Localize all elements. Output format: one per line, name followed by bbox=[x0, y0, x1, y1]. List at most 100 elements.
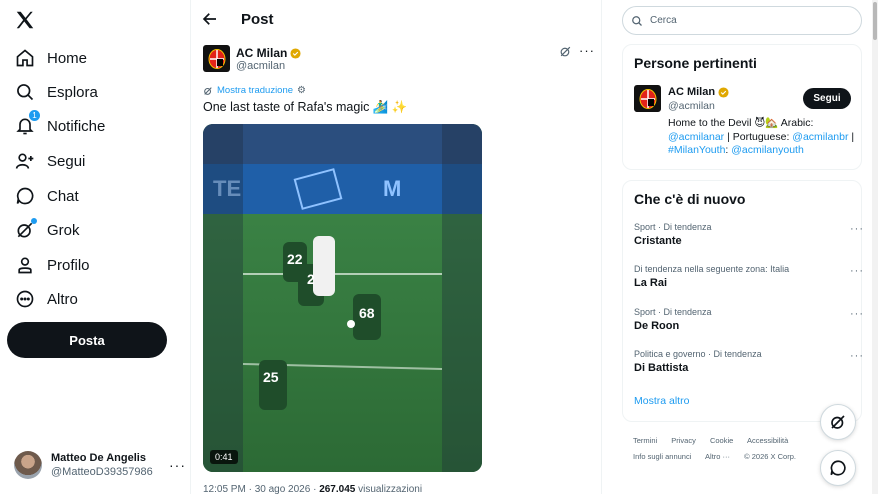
follow-icon bbox=[14, 150, 36, 172]
bio-link[interactable]: #MilanYouth bbox=[668, 144, 725, 156]
grok-icon bbox=[14, 218, 37, 241]
more-dots-icon[interactable]: ··· bbox=[850, 223, 864, 235]
tweet-meta: 12:05 PM · 30 ago 2026 · 267.045 visuali… bbox=[203, 484, 422, 494]
trend-context: Sport · Di tendenza bbox=[634, 222, 712, 232]
more-dots-icon[interactable]: ··· bbox=[579, 43, 595, 58]
more-dots-icon[interactable]: ··· bbox=[850, 308, 864, 320]
trend-context: Di tendenza nella seguente zona: Italia bbox=[634, 264, 790, 274]
scrollbar[interactable] bbox=[872, 0, 878, 494]
grok-icon[interactable] bbox=[559, 45, 573, 59]
nav-label: Altro bbox=[47, 290, 78, 308]
translate-label: Mostra traduzione bbox=[217, 85, 294, 96]
author-handle[interactable]: @acmilan bbox=[236, 60, 285, 72]
x-logo-icon[interactable] bbox=[14, 9, 38, 33]
search-icon bbox=[632, 15, 642, 26]
relevant-name-text: AC Milan bbox=[668, 86, 716, 98]
grok-dot bbox=[31, 218, 37, 224]
nav-item-notifiche[interactable]: 1 Notifiche bbox=[14, 110, 106, 141]
tweet-text: One last taste of Rafa's magic 🏄‍♂️ ✨ bbox=[203, 100, 408, 114]
footer-link[interactable]: Privacy bbox=[671, 436, 696, 445]
main-column: Post AC Milan @acmilan ··· Mostra traduz… bbox=[190, 0, 602, 494]
search-input[interactable]: Cerca bbox=[622, 6, 862, 35]
nav-item-home[interactable]: Home bbox=[14, 43, 87, 73]
footer-link[interactable]: Info sugli annunci bbox=[633, 452, 691, 461]
nav-label: Chat bbox=[47, 187, 79, 205]
chat-icon bbox=[14, 185, 36, 207]
more-circle-icon bbox=[14, 288, 36, 310]
gear-icon[interactable]: ⚙ bbox=[297, 85, 306, 96]
nav-label: Home bbox=[47, 49, 88, 67]
follow-button[interactable]: Segui bbox=[803, 88, 851, 109]
bio-link[interactable]: @acmilanar bbox=[668, 131, 724, 143]
left-navigation: Home Esplora 1 Notifiche Segui Chat Grok bbox=[0, 0, 190, 494]
more-dots-icon[interactable]: ··· bbox=[850, 265, 864, 277]
relevant-bio: Home to the Devil 😈🏡 Arabic: @acmilanar … bbox=[668, 117, 858, 158]
footer-link[interactable]: Altro ··· bbox=[705, 452, 730, 461]
nav-item-grok[interactable]: Grok bbox=[14, 215, 80, 245]
milan-avatar[interactable] bbox=[634, 85, 661, 112]
right-sidebar: Cerca Persone pertinenti AC Milan @acmil… bbox=[602, 0, 878, 494]
nav-label: Grok bbox=[47, 221, 80, 239]
trend-context: Politica e governo · Di tendenza bbox=[634, 349, 762, 359]
post-button[interactable]: Posta bbox=[7, 322, 167, 358]
chat-icon bbox=[830, 460, 846, 476]
trend-item[interactable]: Sport · Di tendenza De Roon ··· bbox=[634, 307, 863, 332]
trends-card: Che c'è di nuovo Sport · Di tendenza Cri… bbox=[622, 180, 863, 422]
trend-title: Di Battista bbox=[634, 362, 689, 374]
relevant-people-card: Persone pertinenti AC Milan @acmilan Seg… bbox=[622, 44, 862, 170]
copyright: © 2026 X Corp. bbox=[744, 452, 796, 461]
trend-item[interactable]: Di tendenza nella seguente zona: Italia … bbox=[634, 264, 863, 289]
scrollbar-thumb[interactable] bbox=[873, 2, 877, 40]
tweet-video[interactable]: TE M 22 2 68 25 0:41 bbox=[203, 124, 482, 472]
search-placeholder: Cerca bbox=[650, 15, 677, 26]
svg-text:M: M bbox=[383, 176, 401, 201]
home-icon bbox=[14, 47, 36, 69]
footer-link[interactable]: Accessibilità bbox=[747, 436, 788, 445]
trend-context: Sport · Di tendenza bbox=[634, 307, 712, 317]
nav-item-altro[interactable]: Altro bbox=[14, 284, 78, 314]
nav-label: Esplora bbox=[47, 83, 98, 101]
translate-link[interactable]: Mostra traduzione ⚙ bbox=[203, 85, 306, 96]
nav-item-profilo[interactable]: Profilo bbox=[14, 250, 90, 280]
bell-icon: 1 bbox=[14, 110, 40, 137]
account-switcher[interactable]: Matteo De Angelis @MatteoD39357986 ··· bbox=[14, 448, 186, 482]
footer-link[interactable]: Termini bbox=[633, 436, 657, 445]
show-more-link[interactable]: Mostra altro bbox=[634, 395, 689, 407]
svg-text:22: 22 bbox=[287, 251, 303, 267]
card-title: Che c'è di nuovo bbox=[634, 191, 746, 207]
avatar bbox=[14, 451, 42, 479]
nav-item-esplora[interactable]: Esplora bbox=[14, 77, 98, 107]
bio-text: Home to the Devil 😈🏡 Arabic: bbox=[668, 117, 814, 129]
nav-label: Notifiche bbox=[47, 117, 106, 135]
trend-item[interactable]: Sport · Di tendenza Cristante ··· bbox=[634, 222, 863, 247]
nav-label: Segui bbox=[47, 152, 86, 170]
nav-item-segui[interactable]: Segui bbox=[14, 146, 85, 176]
messages-fab-button[interactable] bbox=[820, 450, 856, 486]
bio-link[interactable]: @acmilanyouth bbox=[731, 144, 804, 156]
bio-text: | bbox=[848, 130, 855, 143]
footer-links: Termini Privacy Cookie Accessibilità Inf… bbox=[633, 433, 833, 465]
card-title: Persone pertinenti bbox=[634, 55, 757, 71]
bio-text: | Portuguese: bbox=[724, 130, 793, 143]
trend-title: Cristante bbox=[634, 235, 682, 247]
video-duration: 0:41 bbox=[210, 450, 238, 464]
svg-text:2: 2 bbox=[307, 271, 315, 287]
footer-link[interactable]: Cookie bbox=[710, 436, 733, 445]
relevant-name[interactable]: AC Milan bbox=[668, 86, 729, 98]
relevant-handle[interactable]: @acmilan bbox=[668, 100, 715, 112]
search-icon bbox=[14, 81, 36, 103]
more-dots-icon[interactable]: ··· bbox=[850, 350, 864, 362]
grok-fab-button[interactable] bbox=[820, 404, 856, 440]
milan-avatar[interactable] bbox=[203, 45, 230, 72]
verified-badge-icon bbox=[290, 47, 301, 59]
nav-label: Profilo bbox=[47, 256, 90, 274]
tweet-author[interactable]: AC Milan bbox=[236, 46, 301, 60]
more-dots-icon[interactable]: ··· bbox=[169, 457, 186, 473]
back-arrow-icon[interactable] bbox=[201, 10, 219, 28]
grok-icon bbox=[831, 415, 845, 429]
account-handle: @MatteoD39357986 bbox=[51, 466, 153, 478]
trend-item[interactable]: Politica e governo · Di tendenza Di Batt… bbox=[634, 349, 863, 374]
tweet-time[interactable]: 12:05 PM · 30 ago 2026 · bbox=[203, 484, 319, 494]
nav-item-chat[interactable]: Chat bbox=[14, 181, 79, 211]
bio-link[interactable]: @acmilanbr bbox=[792, 131, 848, 143]
